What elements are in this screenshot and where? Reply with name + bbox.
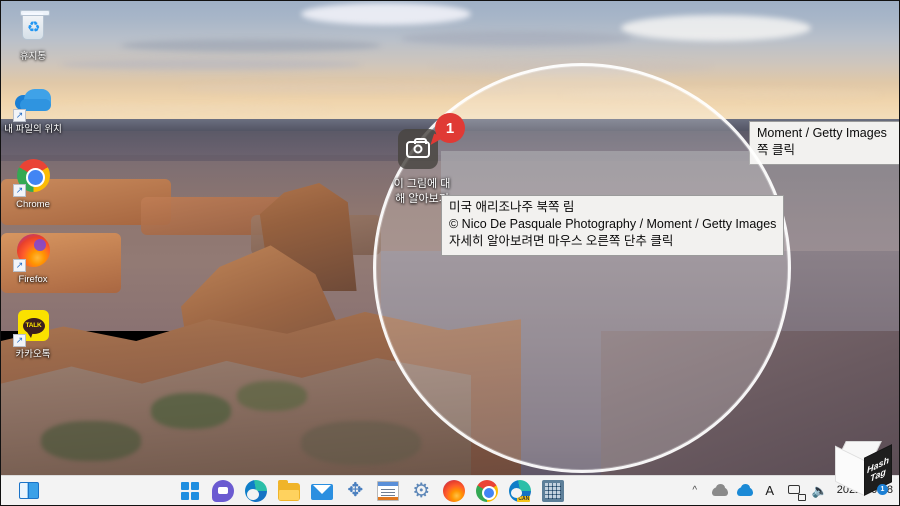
cloud (621, 15, 811, 41)
tray-network[interactable] (787, 483, 806, 501)
taskbar-settings[interactable]: ⚙ (410, 480, 432, 502)
cloud (561, 89, 881, 100)
desktop-icon-label: Chrome (16, 199, 50, 210)
cloud (31, 105, 331, 113)
taskbar-start-button[interactable] (179, 480, 201, 502)
desktop-icon-label: 휴지통 (19, 51, 47, 62)
step-badge-label: 1 (445, 119, 455, 137)
shortcut-arrow-icon: ↗ (13, 334, 26, 347)
tooltip-ghost-line-1: Moment / Getty Images (757, 126, 887, 140)
desktop-icon-label: Firefox (18, 274, 48, 285)
desktop-icon-recycle-bin[interactable]: ♻ 휴지통 (1, 3, 65, 62)
desktop-icon-kakaotalk[interactable]: TALK ↗ 카카오톡 (1, 301, 65, 360)
tray-volume[interactable]: 🔈 (812, 483, 828, 499)
desktop-icon-onedrive[interactable]: ↗ 내 파일의 위치 (1, 76, 65, 135)
wallpaper-vegetation (301, 421, 421, 465)
cloud (301, 3, 471, 25)
taskbar-show-desktop-button[interactable] (1, 482, 57, 499)
cloud (431, 61, 711, 73)
tooltip-secondary: Moment / Getty Images 쪽 클릭 (749, 121, 899, 165)
cloud (181, 83, 521, 93)
desktop-icon-label: 카카오톡 (15, 349, 51, 360)
shortcut-arrow-icon: ↗ (13, 109, 26, 122)
cloud (401, 31, 631, 46)
taskbar-file-explorer[interactable] (278, 479, 301, 501)
watermark-logo: Hash Tag 1 (835, 439, 893, 497)
taskbar-firefox[interactable] (443, 479, 466, 502)
kakaotalk-icon: TALK ↗ (13, 307, 53, 347)
taskbar-edge-canary[interactable]: CAN (509, 479, 532, 502)
recycle-bin-icon: ♻ (13, 9, 53, 49)
tray-onedrive-business[interactable] (736, 483, 753, 499)
wallpaper-vegetation (41, 421, 141, 461)
desktop-icon-chrome[interactable]: ↗ Chrome (1, 151, 65, 210)
taskbar-mail[interactable] (311, 484, 334, 500)
desktop-screen: ♻ 휴지통 ↗ 내 파일의 위치 ↗ Chrome ↗ Firefox TALK… (0, 0, 900, 506)
taskbar-edge[interactable] (245, 479, 268, 502)
cloud (61, 59, 361, 70)
taskbar-notepad[interactable] (377, 481, 400, 501)
taskbar-calculator[interactable] (542, 479, 565, 502)
taskbar-chrome[interactable] (476, 479, 499, 502)
tray-onedrive-personal[interactable] (711, 483, 728, 499)
windows-spotlight-button[interactable] (398, 129, 438, 169)
tooltip-line-location: 미국 애리조나주 북쪽 림 (449, 200, 575, 214)
spotlight-tooltip: 미국 애리조나주 북쪽 림 © Nico De Pasquale Photogr… (441, 195, 785, 256)
desktop-icon-firefox[interactable]: ↗ Firefox (1, 226, 65, 285)
canary-tag-icon: CAN (517, 495, 531, 502)
wallpaper-vegetation (151, 393, 231, 429)
watermark-badge: 1 (877, 484, 888, 495)
firefox-icon: ↗ (13, 232, 53, 272)
taskbar: ✥ ⚙ CAN ^ A 🔈 2022-06-28 (1, 475, 899, 505)
desktop-icon-label: 내 파일의 위치 (4, 124, 62, 135)
cloud (121, 39, 381, 52)
tooltip-line-hint: 자세히 알아보려면 마우스 오른쪽 단추 클릭 (449, 234, 674, 248)
camera-icon (406, 137, 430, 158)
taskbar-app-area: ✥ ⚙ CAN (57, 479, 687, 502)
tooltip-line-credit: © Nico De Pasquale Photography / Moment … (449, 217, 777, 231)
tooltip-ghost-line-2: 쪽 클릭 (757, 143, 795, 157)
chrome-icon: ↗ (13, 157, 53, 197)
show-desktop-icon (19, 482, 39, 499)
taskbar-move-tool[interactable]: ✥ (344, 480, 366, 502)
shortcut-arrow-icon: ↗ (13, 259, 26, 272)
shortcut-arrow-icon: ↗ (13, 184, 26, 197)
onedrive-icon: ↗ (13, 82, 53, 122)
tray-show-hidden-icons[interactable]: ^ (687, 483, 703, 499)
taskbar-teams[interactable] (212, 479, 235, 502)
wallpaper-vegetation (237, 381, 307, 411)
desktop-icon-list: ♻ 휴지통 ↗ 내 파일의 위치 ↗ Chrome ↗ Firefox TALK… (1, 1, 65, 360)
step-badge-1: 1 (435, 113, 465, 143)
tray-ime-mode[interactable]: A (762, 483, 778, 499)
